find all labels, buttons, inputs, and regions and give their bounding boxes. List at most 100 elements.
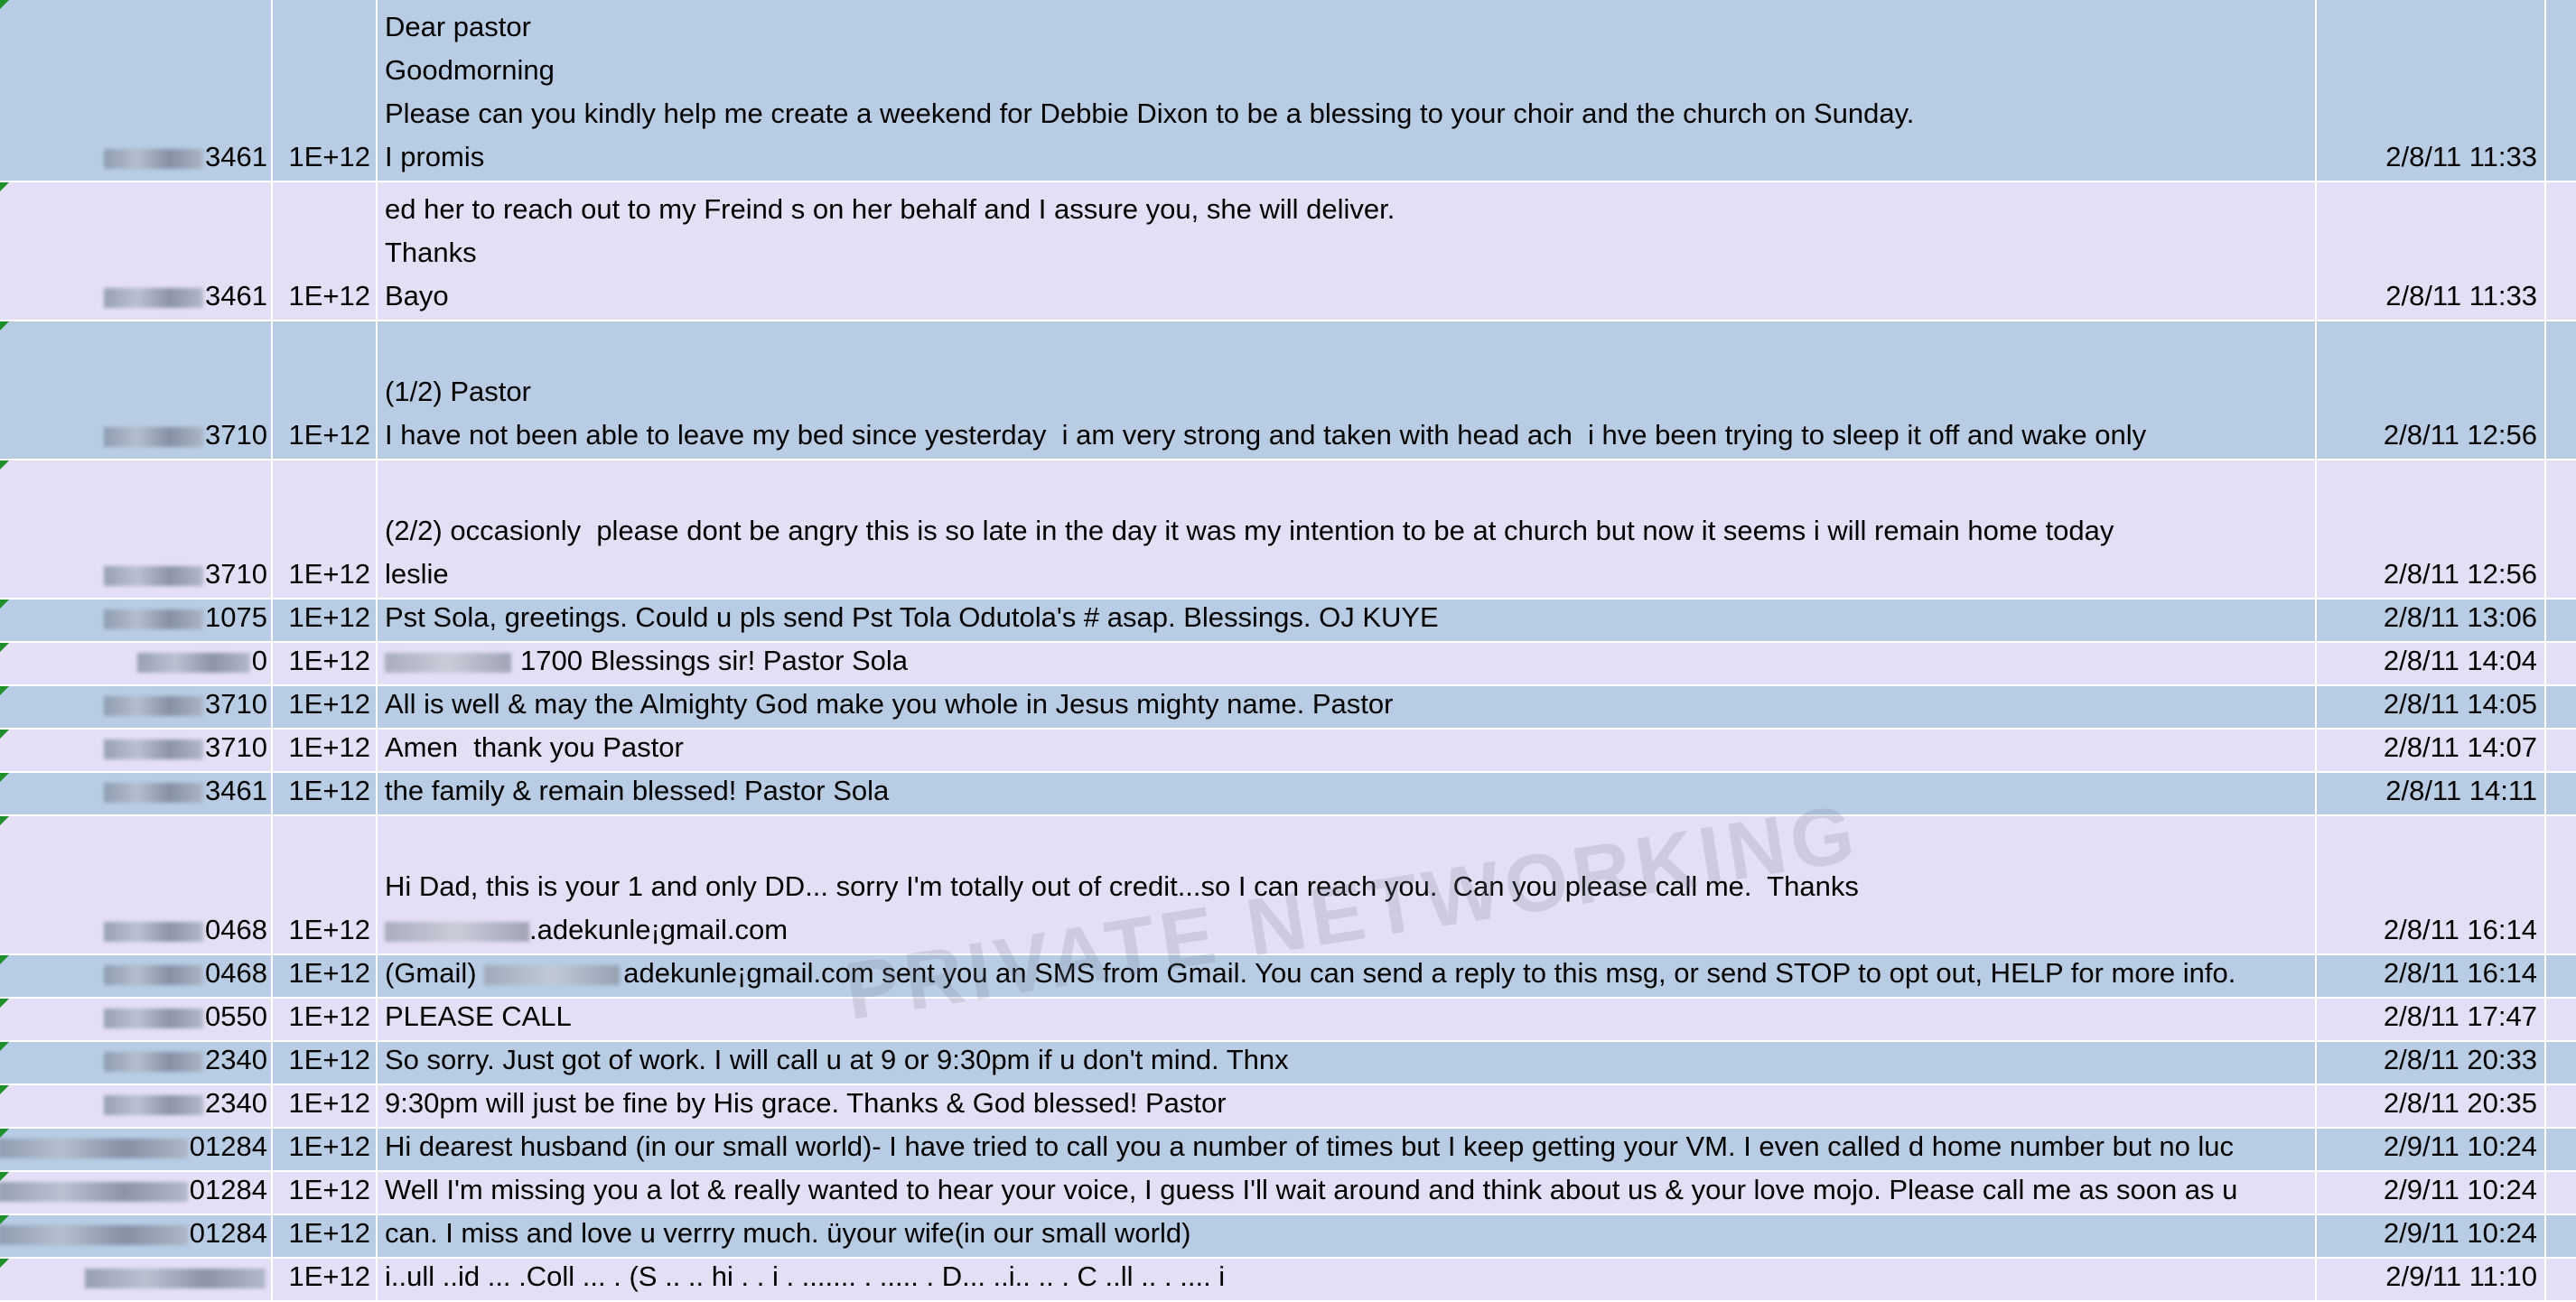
message-cell[interactable]: the family & remain blessed! Pastor Sola — [379, 773, 2317, 814]
message-cell[interactable]: Hi dearest husband (in our small world)-… — [379, 1129, 2317, 1170]
number-cell[interactable]: 1E+12 — [275, 182, 378, 320]
empty-cell[interactable] — [2548, 1215, 2576, 1257]
number-cell[interactable]: 1E+12 — [275, 1042, 378, 1083]
empty-cell[interactable] — [2548, 955, 2576, 997]
number-cell[interactable]: 1E+12 — [275, 1172, 378, 1214]
empty-cell[interactable] — [2548, 773, 2576, 814]
phone-cell[interactable]: 2340 — [0, 1042, 273, 1083]
table-row[interactable]: 3710 1E+12 Amen thank you Pastor 2/8/11 14:… — [0, 730, 2576, 773]
date-cell[interactable]: 2/8/11 14:05 — [2319, 686, 2546, 728]
number-cell[interactable]: 1E+12 — [275, 999, 378, 1040]
table-row[interactable]: 01284 1E+12 can. I miss and love u verrry … — [0, 1215, 2576, 1259]
number-cell[interactable]: 1E+12 — [275, 0, 378, 181]
table-row[interactable]: 2340 1E+12 9:30pm will just be fine by His… — [0, 1085, 2576, 1129]
message-cell[interactable]: ed her to reach out to my Freind s on he… — [379, 182, 2317, 320]
date-cell[interactable]: 2/8/11 14:04 — [2319, 643, 2546, 684]
message-cell[interactable]: i..ull ..id ... .Coll ... . (S .. .. hi … — [379, 1259, 2317, 1300]
phone-cell[interactable]: 2340 — [0, 1085, 273, 1127]
number-cell[interactable]: 1E+12 — [275, 1215, 378, 1257]
phone-cell[interactable]: 3710 — [0, 460, 273, 598]
table-row[interactable]: 0 1E+12 1700 Blessings sir! Pastor Sola 2/8… — [0, 643, 2576, 686]
message-cell[interactable]: Hi Dad, this is your 1 and only DD... so… — [379, 816, 2317, 953]
date-cell[interactable]: 2/8/11 11:33 — [2319, 0, 2546, 181]
message-cell[interactable]: Dear pastor Goodmorning Please can you kin… — [379, 0, 2317, 181]
empty-cell[interactable] — [2548, 686, 2576, 728]
phone-cell[interactable]: 0 — [0, 643, 273, 684]
empty-cell[interactable] — [2548, 816, 2576, 953]
table-row[interactable]: 0468 1E+12 Hi Dad, this is your 1 and only… — [0, 816, 2576, 955]
table-row[interactable]: 3710 1E+12 (2/2) occasionly please dont be… — [0, 460, 2576, 600]
date-cell[interactable]: 2/8/11 16:14 — [2319, 816, 2546, 953]
date-cell[interactable]: 2/8/11 11:33 — [2319, 182, 2546, 320]
date-cell[interactable]: 2/8/11 20:35 — [2319, 1085, 2546, 1127]
phone-cell[interactable]: 1075 — [0, 600, 273, 641]
empty-cell[interactable] — [2548, 643, 2576, 684]
date-cell[interactable]: 2/9/11 10:24 — [2319, 1172, 2546, 1214]
phone-cell[interactable]: 3461 — [0, 0, 273, 181]
number-cell[interactable]: 1E+12 — [275, 1129, 378, 1170]
number-cell[interactable]: 1E+12 — [275, 643, 378, 684]
table-row[interactable]: 3710 1E+12 (1/2) Pastor I have not been abl… — [0, 321, 2576, 460]
number-cell[interactable]: 1E+12 — [275, 686, 378, 728]
message-cell[interactable]: (1/2) Pastor I have not been able to leav… — [379, 321, 2317, 459]
table-row[interactable]: 3461 1E+12 Dear pastor Goodmorning Please ca… — [0, 0, 2576, 182]
phone-cell[interactable]: 01284 — [0, 1172, 273, 1214]
table-row[interactable]: 3710 1E+12 All is well & may the Almighty … — [0, 686, 2576, 730]
number-cell[interactable]: 1E+12 — [275, 600, 378, 641]
table-row[interactable]: 1E+12 i..ull ..id ... .Coll ... . (S .. .… — [0, 1259, 2576, 1302]
date-cell[interactable]: 2/9/11 10:24 — [2319, 1215, 2546, 1257]
table-row[interactable]: 01284 1E+12 Hi dearest husband (in our sma… — [0, 1129, 2576, 1172]
empty-cell[interactable] — [2548, 600, 2576, 641]
empty-cell[interactable] — [2548, 321, 2576, 459]
phone-cell[interactable]: 0468 — [0, 955, 273, 997]
number-cell[interactable]: 1E+12 — [275, 730, 378, 771]
message-cell[interactable]: 1700 Blessings sir! Pastor Sola — [379, 643, 2317, 684]
message-cell[interactable]: 9:30pm will just be fine by His grace. T… — [379, 1085, 2317, 1127]
date-cell[interactable]: 2/8/11 17:47 — [2319, 999, 2546, 1040]
empty-cell[interactable] — [2548, 0, 2576, 181]
date-cell[interactable]: 2/8/11 13:06 — [2319, 600, 2546, 641]
phone-cell[interactable]: 3461 — [0, 773, 273, 814]
table-row[interactable]: 1075 1E+12 Pst Sola, greetings. Could u pl… — [0, 600, 2576, 643]
table-row[interactable]: 0468 1E+12 (Gmail) adekunle¡gmail.com sent… — [0, 955, 2576, 999]
phone-cell[interactable]: 0468 — [0, 816, 273, 953]
empty-cell[interactable] — [2548, 460, 2576, 598]
message-cell[interactable]: (Gmail) adekunle¡gmail.com sent you an S… — [379, 955, 2317, 997]
empty-cell[interactable] — [2548, 1085, 2576, 1127]
empty-cell[interactable] — [2548, 1129, 2576, 1170]
table-row[interactable]: 2340 1E+12 So sorry. Just got of work. I w… — [0, 1042, 2576, 1085]
empty-cell[interactable] — [2548, 1259, 2576, 1300]
message-cell[interactable]: Amen thank you Pastor — [379, 730, 2317, 771]
phone-cell[interactable]: 01284 — [0, 1129, 273, 1170]
message-cell[interactable]: Pst Sola, greetings. Could u pls send Ps… — [379, 600, 2317, 641]
date-cell[interactable]: 2/9/11 10:24 — [2319, 1129, 2546, 1170]
phone-cell[interactable]: 3710 — [0, 730, 273, 771]
number-cell[interactable]: 1E+12 — [275, 955, 378, 997]
empty-cell[interactable] — [2548, 999, 2576, 1040]
phone-cell[interactable]: 3461 — [0, 182, 273, 320]
table-row[interactable]: 0550 1E+12 PLEASE CALL 2/8/11 17:47 — [0, 999, 2576, 1042]
number-cell[interactable]: 1E+12 — [275, 321, 378, 459]
date-cell[interactable]: 2/8/11 14:11 — [2319, 773, 2546, 814]
table-row[interactable]: 3461 1E+12 the family & remain blessed! Pa… — [0, 773, 2576, 816]
number-cell[interactable]: 1E+12 — [275, 460, 378, 598]
empty-cell[interactable] — [2548, 1172, 2576, 1214]
message-cell[interactable]: PLEASE CALL — [379, 999, 2317, 1040]
date-cell[interactable]: 2/8/11 20:33 — [2319, 1042, 2546, 1083]
empty-cell[interactable] — [2548, 730, 2576, 771]
phone-cell[interactable]: 3710 — [0, 321, 273, 459]
number-cell[interactable]: 1E+12 — [275, 1085, 378, 1127]
table-row[interactable]: 3461 1E+12 ed her to reach out to my Frein… — [0, 182, 2576, 321]
date-cell[interactable]: 2/9/11 11:10 — [2319, 1259, 2546, 1300]
date-cell[interactable]: 2/8/11 16:14 — [2319, 955, 2546, 997]
date-cell[interactable]: 2/8/11 12:56 — [2319, 321, 2546, 459]
number-cell[interactable]: 1E+12 — [275, 1259, 378, 1300]
phone-cell[interactable]: 01284 — [0, 1215, 273, 1257]
message-cell[interactable]: (2/2) occasionly please dont be angry th… — [379, 460, 2317, 598]
empty-cell[interactable] — [2548, 182, 2576, 320]
message-cell[interactable]: can. I miss and love u verrry much. üyou… — [379, 1215, 2317, 1257]
number-cell[interactable]: 1E+12 — [275, 816, 378, 953]
message-cell[interactable]: Well I'm missing you a lot & really want… — [379, 1172, 2317, 1214]
message-cell[interactable]: So sorry. Just got of work. I will call … — [379, 1042, 2317, 1083]
date-cell[interactable]: 2/8/11 12:56 — [2319, 460, 2546, 598]
